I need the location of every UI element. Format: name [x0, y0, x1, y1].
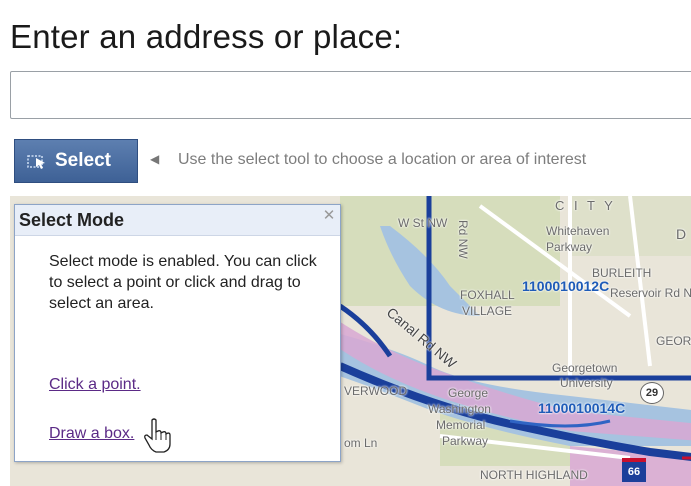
map-label-verwood: VERWOOD — [344, 384, 408, 398]
select-toolbar: Select ◀ Use the select tool to choose a… — [10, 139, 691, 183]
map-label-d: D — [676, 226, 687, 242]
popup-body-text: Select mode is enabled. You can click to… — [49, 253, 317, 312]
select-tool-icon — [27, 155, 45, 169]
hand-pointer-icon — [144, 418, 171, 453]
map-label-rd-nw: Rd NW — [456, 220, 470, 259]
map-label-parkway2: Parkway — [442, 434, 489, 448]
triangle-left-icon[interactable]: ◀ — [150, 152, 159, 166]
map-label-george: George — [448, 386, 489, 400]
parcel-label[interactable]: 1100010012C — [522, 278, 609, 294]
map-label-university: University — [560, 376, 613, 390]
page-title: Enter an address or place: — [10, 18, 403, 55]
interstate-shield: 66 — [622, 458, 646, 482]
popup-title: Select Mode — [19, 210, 125, 230]
map-label-village: VILLAGE — [462, 304, 513, 318]
route-shield: 29 — [640, 382, 664, 404]
parcel-label[interactable]: 1100010014C — [538, 400, 625, 416]
popup-header: Select Mode ✕ — [15, 205, 340, 236]
select-button[interactable]: Select — [14, 139, 138, 183]
map-label-washington: Washington — [428, 402, 491, 416]
map-label-whitehaven: Whitehaven — [546, 224, 610, 238]
map-label-city: C I T Y — [555, 198, 616, 213]
map-label-north-highland: NORTH HIGHLAND — [480, 468, 588, 482]
map-label-georgetown: Georgetown — [552, 361, 618, 375]
map-label-georg: GEORG — [656, 334, 691, 348]
draw-box-link[interactable]: Draw a box. — [49, 425, 134, 443]
click-point-link[interactable]: Click a point. — [49, 376, 141, 394]
map-label-om-ln: om Ln — [344, 436, 378, 450]
map-label-foxhall: FOXHALL — [460, 288, 515, 302]
map-label-w-st: W St NW — [398, 216, 448, 230]
map-label-memorial: Memorial — [436, 418, 486, 432]
address-search-input[interactable] — [10, 71, 691, 119]
select-tool-hint: Use the select tool to choose a location… — [178, 151, 587, 168]
map-label-parkway: Parkway — [546, 240, 593, 254]
select-button-label: Select — [55, 150, 111, 171]
map-label-reservoir: Reservoir Rd NW — [610, 286, 691, 300]
close-icon[interactable]: ✕ — [321, 208, 337, 224]
select-mode-popup: Select Mode ✕ Select mode is enabled. Yo… — [14, 204, 341, 462]
